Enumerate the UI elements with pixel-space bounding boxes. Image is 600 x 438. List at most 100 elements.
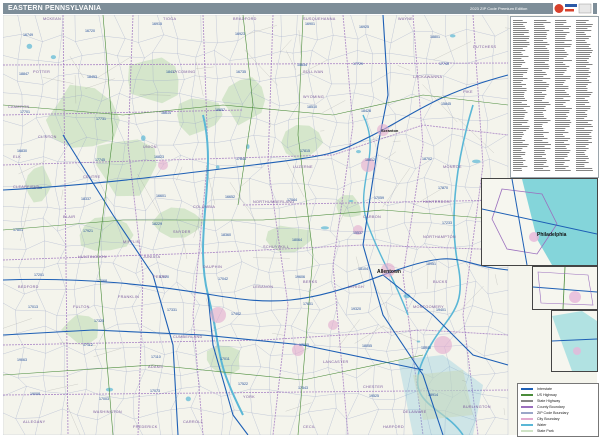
index-entry: [513, 46, 528, 47]
index-entry: [513, 80, 523, 81]
index-entry: [534, 122, 548, 123]
index-entry: [513, 108, 524, 109]
index-entry: [534, 90, 547, 91]
index-entry: [534, 82, 547, 83]
lake: [26, 43, 33, 49]
edition-label: 2023 ZIP Code Premium Edition: [470, 6, 528, 11]
index-entry: [576, 106, 591, 107]
index-entry: [513, 148, 523, 149]
index-entry: [534, 58, 549, 59]
index-entry: [555, 144, 570, 145]
index-entry: [576, 74, 589, 75]
index-entry: [576, 98, 585, 99]
county-label-bedford: BEDFORD: [18, 285, 39, 289]
index-entry: [555, 100, 570, 101]
index-entry: [513, 128, 529, 129]
legend-swatch: [521, 424, 533, 426]
index-entry: [534, 88, 547, 89]
county-label-harford: HARFORD: [383, 425, 404, 429]
index-entry: [534, 56, 550, 57]
index-entry: [576, 102, 590, 103]
index-entry: [534, 166, 549, 167]
zip-label: 16601: [156, 194, 166, 198]
index-entry: [513, 70, 528, 71]
index-entry: [513, 152, 526, 153]
index-entry: [576, 34, 586, 35]
index-entry: [534, 32, 547, 33]
index-entry: [534, 64, 549, 65]
index-entry: [534, 46, 546, 47]
index-entry: [513, 154, 526, 155]
county-label-dauphin: DAUPHIN: [203, 265, 223, 269]
lake: [185, 396, 191, 402]
lake: [449, 34, 456, 38]
index-entry: [534, 144, 551, 145]
index-entry: [534, 74, 547, 75]
index-entry: [555, 70, 567, 71]
index-entry: [555, 112, 570, 113]
index-entry: [576, 120, 593, 121]
index-entry: [513, 112, 528, 113]
index-entry: [576, 22, 586, 23]
county-label-chester: CHESTER: [363, 385, 384, 389]
index-entry: [534, 128, 544, 129]
index-entry: [513, 68, 529, 69]
zip-label: 17042: [218, 277, 228, 281]
index-entry: [513, 34, 525, 35]
county-label-wyoming: WYOMING: [303, 95, 325, 99]
index-entry: [555, 162, 565, 163]
legend-swatch: [521, 412, 533, 414]
index-entry: [513, 52, 522, 53]
inset-lancaster[interactable]: [551, 310, 598, 372]
index-text-lines: [555, 20, 572, 171]
zip-label: 17331: [167, 308, 177, 312]
inset-philadelphia[interactable]: Philadelphia: [481, 178, 598, 266]
legend-swatch: [521, 394, 533, 396]
index-entry: [534, 78, 551, 79]
lake: [472, 159, 481, 164]
legend-item: State Park: [521, 428, 595, 434]
county-label-montgomery: MONTGOMERY: [413, 305, 444, 309]
index-entry: [534, 152, 545, 153]
index-entry: [555, 160, 570, 161]
inset-philadelphia-label: Philadelphia: [537, 232, 567, 238]
index-entry: [555, 170, 571, 171]
index-entry: [555, 168, 566, 169]
county-label-dutchess: DUTCHESS: [473, 45, 497, 49]
index-entry: [555, 38, 566, 39]
index-entry: [534, 38, 547, 39]
inset-allentown[interactable]: [532, 266, 598, 310]
index-entry: [513, 62, 526, 63]
county-label-carroll: CARROLL: [183, 420, 204, 424]
index-entry: [534, 22, 551, 23]
county-label-delaware: DELAWARE: [403, 410, 427, 414]
index-entry: [576, 148, 589, 149]
zip-label: 17745: [95, 158, 105, 162]
index-entry: [513, 94, 525, 95]
index-entry: [576, 138, 592, 139]
index-entry: [534, 168, 544, 169]
index-entry: [513, 74, 524, 75]
legend-swatch: [521, 388, 533, 390]
index-entry: [534, 84, 550, 85]
index-entry: [534, 30, 550, 31]
index-entry: [513, 150, 522, 151]
lake: [320, 226, 329, 230]
index-entry: [534, 126, 542, 127]
index-entry: [555, 136, 565, 137]
county-label-columbia: COLUMBIA: [193, 205, 216, 209]
lake: [348, 200, 354, 202]
index-entry: [534, 156, 543, 157]
index-entry: [576, 50, 593, 51]
index-entry: [576, 144, 589, 145]
index-entry: [513, 42, 530, 43]
index-entry: [576, 28, 588, 29]
zip-label: 19320: [351, 307, 361, 311]
index-entry: [534, 120, 551, 121]
index-entry: [513, 130, 527, 131]
zip-label: 17870: [438, 186, 448, 190]
zip-label: 19525: [369, 394, 379, 398]
county-label-carbon: CARBON: [363, 215, 382, 219]
index-entry: [555, 114, 567, 115]
county-label-clearfield: CLEARFIELD: [13, 185, 40, 189]
